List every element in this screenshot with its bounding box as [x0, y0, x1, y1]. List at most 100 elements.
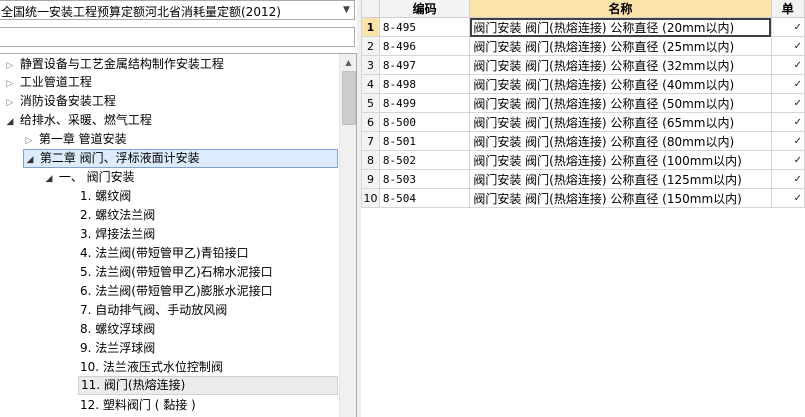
quota-library-select[interactable]: 全国统一安装工程预算定额河北省消耗量定额(2012) ▼ [0, 0, 355, 20]
row-index: 2 [361, 36, 380, 56]
cell-name[interactable]: 阀门安装 阀门(热熔连接) 公称直径 (100mm以内) [469, 150, 772, 170]
check-icon: ✓ [770, 74, 805, 94]
table-row[interactable]: 1 8-495 阀门安装 阀门(热熔连接) 公称直径 (20mm以内) ✓ [361, 17, 805, 37]
tree-node-label: 8. 螺纹浮球阀 [80, 322, 156, 336]
row-index: 5 [361, 93, 380, 113]
tree-node-selected[interactable]: ◢ 第二章 阀门、浮标液面计安装 [23, 149, 338, 168]
table-row[interactable]: 5 8-499 阀门安装 阀门(热熔连接) 公称直径 (50mm以内) ✓ [361, 93, 805, 113]
tree-leaf[interactable]: 1. 螺纹阀 [80, 187, 131, 206]
table-row[interactable]: 7 8-501 阀门安装 阀门(热熔连接) 公称直径 (80mm以内) ✓ [361, 131, 805, 151]
tree-node[interactable]: ◢ 一、 阀门安装 [43, 168, 135, 187]
cell-code[interactable]: 8-502 [378, 150, 471, 170]
tree-leaf[interactable]: 8. 螺纹浮球阀 [80, 320, 155, 339]
table-row[interactable]: 3 8-497 阀门安装 阀门(热熔连接) 公称直径 (32mm以内) ✓ [361, 55, 805, 75]
tree-node[interactable]: ▷ 工业管道工程 [4, 73, 92, 92]
row-index: 4 [361, 74, 380, 94]
row-index: 6 [361, 112, 380, 132]
tree-leaf[interactable]: 2. 螺纹法兰阀 [80, 206, 155, 225]
tree-node-label: 消防设备安装工程 [19, 94, 116, 108]
tree-node-label: 1. 螺纹阀 [80, 189, 132, 203]
dropdown-arrow-icon[interactable]: ▼ [342, 4, 351, 16]
cell-name[interactable]: 阀门安装 阀门(热熔连接) 公称直径 (20mm以内) [469, 17, 772, 37]
row-index: 9 [361, 169, 380, 189]
tree-scrollbar[interactable]: ▲ [339, 54, 356, 417]
table-row[interactable]: 4 8-498 阀门安装 阀门(热熔连接) 公称直径 (40mm以内) ✓ [361, 74, 805, 94]
check-icon: ✓ [770, 36, 805, 56]
check-icon: ✓ [770, 93, 805, 113]
scroll-up-icon[interactable]: ▲ [340, 54, 356, 71]
row-index: 3 [361, 55, 380, 75]
table-row[interactable]: 9 8-503 阀门安装 阀门(热熔连接) 公称直径 (125mm以内) ✓ [361, 169, 805, 189]
cell-code[interactable]: 8-498 [378, 74, 471, 94]
filter-input[interactable] [0, 27, 355, 47]
tree-leaf[interactable]: 12. 塑料阀门 ( 黏接 ) [80, 396, 196, 415]
tree-node[interactable]: ◢ 给排水、采暖、燃气工程 [4, 111, 152, 130]
check-icon: ✓ [770, 150, 805, 170]
cell-name[interactable]: 阀门安装 阀门(热熔连接) 公称直径 (32mm以内) [469, 55, 772, 75]
tree-leaf[interactable]: 7. 自动排气阀、手动放风阀 [80, 301, 227, 320]
tree-leaf[interactable]: 4. 法兰阀(带短管甲乙)青铅接口 [80, 244, 249, 263]
row-index: 7 [361, 131, 380, 151]
tree-leaf-current[interactable]: 11. 阀门(热熔连接) [78, 376, 338, 395]
table-row[interactable]: 2 8-496 阀门安装 阀门(热熔连接) 公称直径 (25mm以内) ✓ [361, 36, 805, 56]
tree-node-label: 4. 法兰阀(带短管甲乙)青铅接口 [80, 246, 249, 260]
tree-node-label: 10. 法兰液压式水位控制阀 [80, 360, 223, 374]
cell-code[interactable]: 8-495 [378, 17, 471, 37]
tree-leaf[interactable]: 6. 法兰阀(带短管甲乙)膨胀水泥接口 [80, 282, 273, 301]
row-index: 10 [361, 188, 380, 208]
tree-node-label: 工业管道工程 [19, 75, 92, 89]
cell-code[interactable]: 8-501 [378, 131, 471, 151]
check-icon: ✓ [770, 131, 805, 151]
cell-code[interactable]: 8-497 [378, 55, 471, 75]
cell-name[interactable]: 阀门安装 阀门(热熔连接) 公称直径 (125mm以内) [469, 169, 772, 189]
cell-name[interactable]: 阀门安装 阀门(热熔连接) 公称直径 (40mm以内) [469, 74, 772, 94]
table-row[interactable]: 10 8-504 阀门安装 阀门(热熔连接) 公称直径 (150mm以内) ✓ [361, 188, 805, 208]
check-icon: ✓ [770, 188, 805, 208]
tree-leaf[interactable]: 3. 焊接法兰阀 [80, 225, 155, 244]
cell-code[interactable]: 8-500 [378, 112, 471, 132]
tree-node-label: 一、 阀门安装 [58, 170, 135, 184]
scrollbar-thumb[interactable] [342, 71, 356, 125]
cell-code[interactable]: 8-496 [378, 36, 471, 56]
tree-node-label: 静置设备与工艺金属结构制作安装工程 [19, 57, 224, 71]
row-index: 1 [361, 17, 380, 37]
chapter-tree: ▷ 静置设备与工艺金属结构制作安装工程 ▷ 工业管道工程 ▷ 消防设备安装工程 … [0, 53, 357, 417]
cell-name[interactable]: 阀门安装 阀门(热熔连接) 公称直径 (25mm以内) [469, 36, 772, 56]
header-name[interactable]: 名称 [469, 0, 772, 18]
cell-code[interactable]: 8-499 [378, 93, 471, 113]
cell-name[interactable]: 阀门安装 阀门(热熔连接) 公称直径 (65mm以内) [469, 112, 772, 132]
header-code[interactable]: 编码 [378, 0, 471, 18]
tree-node-label: 2. 螺纹法兰阀 [80, 208, 156, 222]
quota-library-value: 全国统一安装工程预算定额河北省消耗量定额(2012) [1, 5, 281, 19]
tree-node[interactable]: ▷ 第一章 管道安装 [23, 130, 127, 149]
tree-node-label: 第二章 阀门、浮标液面计安装 [39, 151, 200, 165]
tree-node-label: 7. 自动排气阀、手动放风阀 [80, 303, 228, 317]
tree-node-label: 9. 法兰浮球阀 [80, 341, 156, 355]
tree-node[interactable]: ▷ 静置设备与工艺金属结构制作安装工程 [4, 55, 224, 74]
cell-code[interactable]: 8-504 [378, 188, 471, 208]
tree-node[interactable]: ▷ 消防设备安装工程 [4, 92, 116, 111]
check-icon: ✓ [770, 17, 805, 37]
table-row[interactable]: 8 8-502 阀门安装 阀门(热熔连接) 公称直径 (100mm以内) ✓ [361, 150, 805, 170]
header-unit[interactable]: 单 [770, 0, 805, 18]
check-icon: ✓ [770, 169, 805, 189]
cell-name[interactable]: 阀门安装 阀门(热熔连接) 公称直径 (150mm以内) [469, 188, 772, 208]
quota-grid-pane: 编码 名称 单 1 8-495 阀门安装 阀门(热熔连接) 公称直径 (20mm… [361, 0, 805, 417]
tree-node-label: 第一章 管道安装 [38, 132, 127, 146]
tree-leaf[interactable]: 5. 法兰阀(带短管甲乙)石棉水泥接口 [80, 263, 273, 282]
quota-grid: 编码 名称 单 1 8-495 阀门安装 阀门(热熔连接) 公称直径 (20mm… [361, 0, 805, 208]
tree-node-label: 12. 塑料阀门 ( 黏接 ) [80, 398, 196, 412]
tree-node-label: 给排水、采暖、燃气工程 [19, 113, 152, 127]
cell-name[interactable]: 阀门安装 阀门(热熔连接) 公称直径 (50mm以内) [469, 93, 772, 113]
tree-leaf[interactable]: 9. 法兰浮球阀 [80, 339, 155, 358]
collapse-arrow-icon[interactable]: ◢ [4, 113, 16, 132]
tree-leaf[interactable]: 10. 法兰液压式水位控制阀 [80, 358, 223, 377]
cell-name[interactable]: 阀门安装 阀门(热熔连接) 公称直径 (80mm以内) [469, 131, 772, 151]
table-row[interactable]: 6 8-500 阀门安装 阀门(热熔连接) 公称直径 (65mm以内) ✓ [361, 112, 805, 132]
collapse-arrow-icon[interactable]: ◢ [43, 170, 55, 189]
header-index [361, 0, 380, 18]
cell-code[interactable]: 8-503 [378, 169, 471, 189]
row-index: 8 [361, 150, 380, 170]
collapse-arrow-icon[interactable]: ◢ [24, 152, 36, 169]
tree-node-label: 3. 焊接法兰阀 [80, 227, 156, 241]
